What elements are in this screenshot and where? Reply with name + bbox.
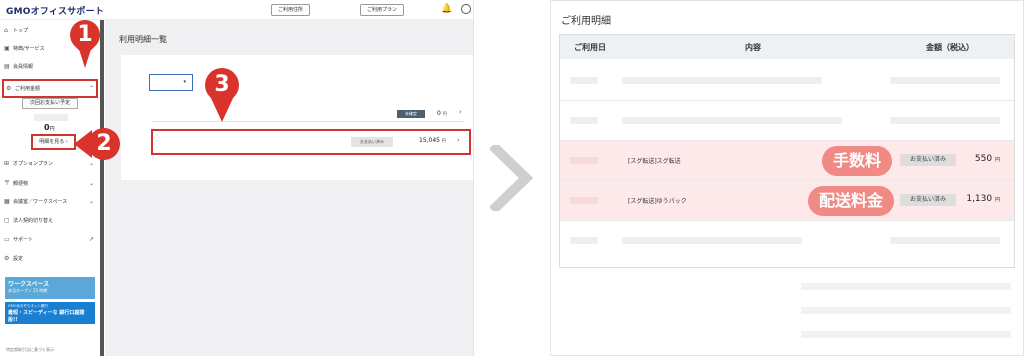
column-date: ご利用日 [574,43,606,52]
document-icon: ▢ [4,217,10,224]
chevron-down-icon: ⌄ [88,198,94,205]
sidebar-item-label: 設定 [13,256,24,262]
coin-icon: ⚙ [6,85,12,92]
sidebar-item-mail[interactable]: 〒郵便物 ⌄ [4,177,96,191]
sidebar-item-settings[interactable]: ⚙ 設定 [4,252,96,266]
plus-icon: ⊞ [4,160,10,167]
blurred-date [34,114,68,121]
legal-link[interactable]: 特定商取引法に基づく表示 [6,347,54,353]
sidebar-item-rooms[interactable]: ▦ 会議室／ワークスペース ⌄ [4,195,96,209]
sidebar-item-billing[interactable]: ⚙ ご利用金額 ⌃ [2,79,98,98]
status-badge: お支払い済み [351,137,393,147]
shipping-tag: 配送料金 [808,186,894,216]
card-icon: ▤ [4,63,10,70]
marker-3: 3 [214,72,230,97]
chevron-right-icon: › [459,108,462,116]
main-area: 利用明細一覧 ▾ 未確定 0 円 › お支払い済み 15,045 円 › [105,20,473,356]
row-amount: 15,045 円 [419,137,446,144]
table-header: ご利用日 内容 金額（税込） [560,35,1014,59]
address-button[interactable]: ご利用住所 [271,4,311,16]
statement-detail-card: ご利用日 内容 金額（税込） [スグ転送]スグ転送 手数料 お支払い済み 550… [559,34,1015,268]
chevron-right-icon [490,145,534,211]
top-bar: GMOオフィスサポート ご利用住所 ご利用プラン 🔔 [0,0,473,20]
sidebar-amount: 0円 [44,123,55,132]
status-badge: 未確定 [397,110,425,118]
bank-banner[interactable]: GMOあおぞらネット銀行 最短・スピーディーな 銀行口座開設!! [5,302,95,324]
sidebar-item-label: 特典/サービス [13,46,45,52]
chevron-right-icon: › [457,136,460,144]
gift-icon: ▣ [4,45,10,52]
app-logo[interactable]: GMOオフィスサポート [6,4,104,17]
status-badge: お支払い済み [900,154,956,166]
marker-2: 2 [96,131,112,156]
sidebar-item-label: 会員情報 [13,64,34,70]
chat-icon: ▭ [4,236,10,243]
statement-row-paid[interactable]: お支払い済み 15,045 円 › [151,129,471,155]
view-detail-button[interactable]: 明細を見る › [31,134,76,150]
sidebar-scrollbar[interactable] [100,20,104,356]
column-content: 内容 [745,43,761,52]
page-title: ご利用明細 [561,16,611,27]
chevron-down-icon: ⌄ [88,180,94,187]
chevron-down-icon: ⌄ [88,160,94,167]
workspace-banner[interactable]: ワークスペース 本当オープン 25 時期 [5,277,95,299]
sidebar-item-label: トップ [13,28,29,34]
sidebar-item-options[interactable]: ⊞ オプションプラン ⌄ [4,157,96,171]
sidebar-item-label: オプションプラン [13,161,53,167]
plan-button[interactable]: ご利用プラン [360,4,405,16]
sidebar-item-label: サポート [13,237,34,243]
left-screenshot: GMOオフィスサポート ご利用住所 ご利用プラン 🔔 ⌂ トップ ▣ 特典/サービス… [0,0,474,356]
sidebar-item-label: 法人契約切り替え [13,218,54,224]
right-screenshot: ご利用明細 ご利用日 内容 金額（税込） [スグ転送]スグ転送 手数料 お支払い… [550,0,1024,356]
marker-1-pointer [78,46,92,68]
statement-row-pending[interactable]: 未確定 0 円 › [151,106,465,122]
status-badge: お支払い済み [900,194,956,206]
external-link-icon: ↗ [88,236,94,243]
blurred-summary [801,331,1011,338]
bell-icon[interactable]: 🔔 [441,4,452,15]
sidebar-item-support[interactable]: ▭ サポート ↗ [4,233,96,247]
sidebar-item-label: ご利用金額 [15,86,41,92]
next-payment-label: 次回お支払い予定 [22,98,78,109]
table-row [560,101,1014,141]
table-row: [スグ転送]ゆうパック 配送料金 お支払い済み 1,130 円 [560,181,1014,221]
home-icon: ⌂ [4,27,8,34]
gear-icon: ⚙ [4,255,10,262]
table-row: [スグ転送]スグ転送 手数料 お支払い済み 550 円 [560,141,1014,181]
row-content: [スグ転送]スグ転送 [628,158,681,165]
table-row [560,221,1014,261]
sidebar-item-label: 郵便物 [13,181,29,187]
sidebar-item-corporate[interactable]: ▢ 法人契約切り替え [4,214,96,228]
column-amount: 金額（税込） [926,43,974,52]
row-amount: 550 円 [974,154,1000,164]
calendar-icon: ▦ [4,198,10,205]
table-row [560,61,1014,101]
chevron-up-icon: ⌃ [88,85,94,92]
sidebar-item-label: 会議室／ワークスペース [13,199,68,205]
row-amount: 0 円 [437,110,447,117]
blurred-summary [801,283,1011,290]
row-amount: 1,130 円 [966,194,1000,204]
row-content: [スグ転送]ゆうパック [628,198,687,205]
mail-icon: 〒 [4,180,11,187]
month-select[interactable]: ▾ [149,74,193,91]
user-icon[interactable] [461,4,471,14]
blurred-summary [801,307,1011,314]
page-title: 利用明細一覧 [119,35,167,44]
fee-tag: 手数料 [822,146,892,176]
